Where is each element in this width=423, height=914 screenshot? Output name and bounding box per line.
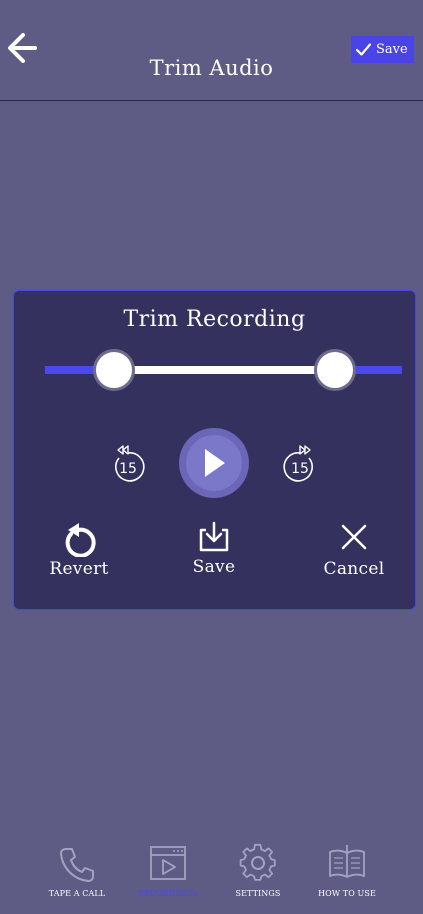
header: Trim Audio Save: [0, 0, 423, 101]
nav-settings[interactable]: SETTINGS: [218, 843, 298, 898]
revert-label: Revert: [49, 559, 109, 579]
recordings-icon: [150, 846, 186, 880]
cancel-button[interactable]: Cancel: [309, 521, 399, 579]
play-button[interactable]: [179, 428, 249, 498]
forward-15-button[interactable]: 15: [281, 441, 319, 483]
checkmark-icon: [355, 43, 372, 56]
undo-icon: [65, 523, 96, 557]
cancel-label: Cancel: [323, 559, 385, 579]
gear-icon: [239, 843, 276, 881]
nav-recordings[interactable]: RECORDINGS: [128, 843, 208, 898]
trim-start-handle[interactable]: [93, 349, 135, 391]
rewind-15-button[interactable]: 15: [109, 441, 147, 483]
close-icon: [341, 524, 367, 550]
nav-tape-a-call[interactable]: TAPE A CALL: [37, 843, 117, 898]
svg-text:15: 15: [291, 461, 309, 477]
trim-panel: Trim Recording 15 15 Revert Save Cancel: [13, 290, 416, 610]
revert-button[interactable]: Revert: [34, 521, 124, 579]
trim-selection: [115, 366, 335, 374]
trim-panel-title: Trim Recording: [123, 307, 306, 332]
save-button[interactable]: Save: [351, 36, 414, 63]
fast-forward-icon: 15: [283, 445, 313, 482]
nav-label: SETTINGS: [235, 889, 281, 898]
save-trim-button[interactable]: Save: [169, 521, 259, 577]
rewind-icon: 15: [115, 445, 145, 482]
bottom-navigation: TAPE A CALL RECORDINGS SETTINGS HOW TO U…: [0, 835, 423, 914]
play-icon: [205, 449, 225, 477]
nav-label: HOW TO USE: [318, 889, 376, 898]
nav-label: TAPE A CALL: [48, 889, 106, 898]
nav-how-to-use[interactable]: HOW TO USE: [307, 843, 387, 898]
save-label: Save: [192, 557, 236, 577]
book-icon: [329, 845, 365, 878]
save-button-label: Save: [376, 42, 408, 57]
phone-icon: [60, 848, 94, 882]
download-icon: [199, 521, 229, 552]
svg-text:15: 15: [119, 461, 137, 477]
nav-label: RECORDINGS: [137, 889, 198, 898]
trim-end-handle[interactable]: [314, 349, 356, 391]
